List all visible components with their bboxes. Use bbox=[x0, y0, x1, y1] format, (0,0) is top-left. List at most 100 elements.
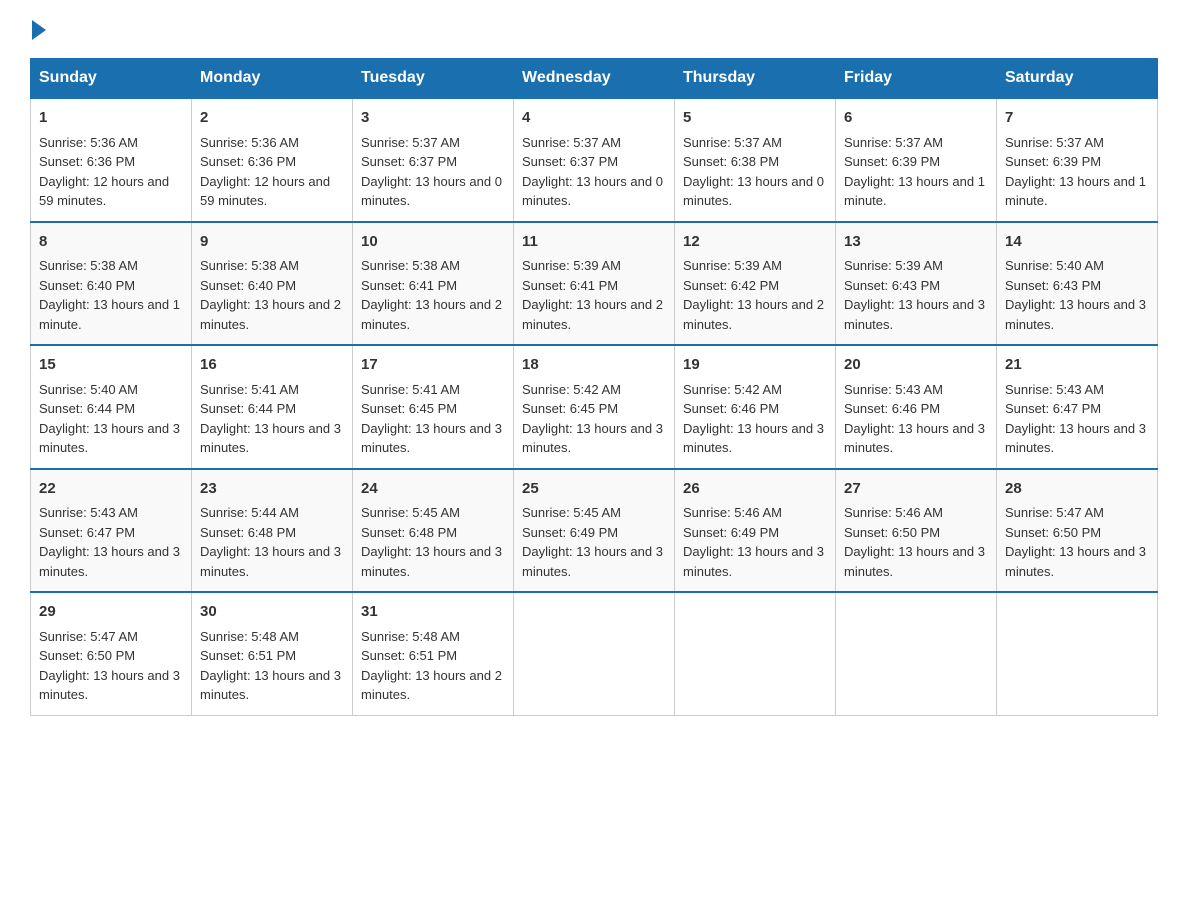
sunrise-line: Sunrise: 5:37 AM bbox=[361, 135, 460, 150]
day-number: 21 bbox=[1005, 354, 1149, 377]
day-cell: 20Sunrise: 5:43 AMSunset: 6:46 PMDayligh… bbox=[836, 345, 997, 469]
day-number: 25 bbox=[522, 478, 666, 501]
week-row-1: 1 Sunrise: 5:36 AM Sunset: 6:36 PM Daylight… bbox=[31, 98, 1158, 222]
daylight-line: Daylight: 12 hours and 59 minutes. bbox=[200, 174, 330, 209]
daylight-line: Daylight: 13 hours and 2 minutes. bbox=[522, 297, 663, 332]
header-cell-wednesday: Wednesday bbox=[514, 59, 675, 99]
day-cell: 18Sunrise: 5:42 AMSunset: 6:45 PMDayligh… bbox=[514, 345, 675, 469]
sunrise-line: Sunrise: 5:39 AM bbox=[683, 258, 782, 273]
daylight-line: Daylight: 13 hours and 2 minutes. bbox=[200, 297, 341, 332]
week-row-5: 29Sunrise: 5:47 AMSunset: 6:50 PMDayligh… bbox=[31, 592, 1158, 715]
day-number: 12 bbox=[683, 231, 827, 254]
sunset-line: Sunset: 6:40 PM bbox=[39, 278, 135, 293]
week-row-4: 22Sunrise: 5:43 AMSunset: 6:47 PMDayligh… bbox=[31, 469, 1158, 593]
header-cell-sunday: Sunday bbox=[31, 59, 192, 99]
sunrise-line: Sunrise: 5:38 AM bbox=[200, 258, 299, 273]
day-number: 1 bbox=[39, 107, 183, 130]
sunrise-line: Sunrise: 5:45 AM bbox=[522, 505, 621, 520]
daylight-line: Daylight: 13 hours and 3 minutes. bbox=[361, 544, 502, 579]
sunrise-line: Sunrise: 5:37 AM bbox=[522, 135, 621, 150]
sunrise-line: Sunrise: 5:38 AM bbox=[361, 258, 460, 273]
sunset-line: Sunset: 6:47 PM bbox=[39, 525, 135, 540]
sunset-line: Sunset: 6:43 PM bbox=[1005, 278, 1101, 293]
sunset-line: Sunset: 6:37 PM bbox=[522, 154, 618, 169]
sunset-line: Sunset: 6:39 PM bbox=[844, 154, 940, 169]
sunset-line: Sunset: 6:43 PM bbox=[844, 278, 940, 293]
daylight-line: Daylight: 13 hours and 3 minutes. bbox=[361, 421, 502, 456]
logo bbox=[30, 20, 48, 40]
sunrise-line: Sunrise: 5:40 AM bbox=[39, 382, 138, 397]
calendar-header: SundayMondayTuesdayWednesdayThursdayFrid… bbox=[31, 59, 1158, 99]
daylight-line: Daylight: 13 hours and 1 minute. bbox=[844, 174, 985, 209]
page-header bbox=[30, 20, 1158, 40]
daylight-line: Daylight: 13 hours and 3 minutes. bbox=[1005, 421, 1146, 456]
header-cell-friday: Friday bbox=[836, 59, 997, 99]
day-cell: 8Sunrise: 5:38 AMSunset: 6:40 PMDaylight… bbox=[31, 222, 192, 346]
sunrise-line: Sunrise: 5:36 AM bbox=[39, 135, 138, 150]
daylight-line: Daylight: 13 hours and 0 minutes. bbox=[361, 174, 502, 209]
daylight-line: Daylight: 13 hours and 3 minutes. bbox=[1005, 544, 1146, 579]
logo-text bbox=[30, 20, 48, 40]
sunrise-line: Sunrise: 5:39 AM bbox=[522, 258, 621, 273]
daylight-line: Daylight: 13 hours and 2 minutes. bbox=[361, 668, 502, 703]
day-cell: 24Sunrise: 5:45 AMSunset: 6:48 PMDayligh… bbox=[353, 469, 514, 593]
day-number: 7 bbox=[1005, 107, 1149, 130]
day-number: 4 bbox=[522, 107, 666, 130]
day-cell: 9Sunrise: 5:38 AMSunset: 6:40 PMDaylight… bbox=[192, 222, 353, 346]
day-cell: 14Sunrise: 5:40 AMSunset: 6:43 PMDayligh… bbox=[997, 222, 1158, 346]
day-number: 9 bbox=[200, 231, 344, 254]
day-cell: 2Sunrise: 5:36 AMSunset: 6:36 PMDaylight… bbox=[192, 98, 353, 222]
sunset-line: Sunset: 6:48 PM bbox=[200, 525, 296, 540]
sunset-line: Sunset: 6:48 PM bbox=[361, 525, 457, 540]
sunrise-line: Sunrise: 5:47 AM bbox=[1005, 505, 1104, 520]
daylight-line: Daylight: 13 hours and 3 minutes. bbox=[200, 668, 341, 703]
sunset-line: Sunset: 6:36 PM bbox=[200, 154, 296, 169]
sunrise-line: Sunrise: 5:42 AM bbox=[683, 382, 782, 397]
day-cell: 29Sunrise: 5:47 AMSunset: 6:50 PMDayligh… bbox=[31, 592, 192, 715]
day-number: 27 bbox=[844, 478, 988, 501]
daylight-line: Daylight: 13 hours and 1 minute. bbox=[39, 297, 180, 332]
day-cell: 6Sunrise: 5:37 AMSunset: 6:39 PMDaylight… bbox=[836, 98, 997, 222]
sunset-line: Sunset: 6:51 PM bbox=[200, 648, 296, 663]
sunset-line: Sunset: 6:51 PM bbox=[361, 648, 457, 663]
daylight-line: Daylight: 12 hours and 59 minutes. bbox=[39, 174, 169, 209]
sunset-line: Sunset: 6:45 PM bbox=[361, 401, 457, 416]
daylight-line: Daylight: 13 hours and 3 minutes. bbox=[844, 544, 985, 579]
day-cell: 31Sunrise: 5:48 AMSunset: 6:51 PMDayligh… bbox=[353, 592, 514, 715]
day-cell: 1Sunrise: 5:36 AMSunset: 6:36 PMDaylight… bbox=[31, 98, 192, 222]
day-cell: 7Sunrise: 5:37 AMSunset: 6:39 PMDaylight… bbox=[997, 98, 1158, 222]
sunrise-line: Sunrise: 5:43 AM bbox=[1005, 382, 1104, 397]
daylight-line: Daylight: 13 hours and 3 minutes. bbox=[522, 421, 663, 456]
sunrise-line: Sunrise: 5:47 AM bbox=[39, 629, 138, 644]
daylight-line: Daylight: 13 hours and 3 minutes. bbox=[1005, 297, 1146, 332]
sunrise-line: Sunrise: 5:38 AM bbox=[39, 258, 138, 273]
sunrise-line: Sunrise: 5:46 AM bbox=[683, 505, 782, 520]
daylight-line: Daylight: 13 hours and 2 minutes. bbox=[683, 297, 824, 332]
daylight-line: Daylight: 13 hours and 0 minutes. bbox=[683, 174, 824, 209]
daylight-line: Daylight: 13 hours and 3 minutes. bbox=[39, 668, 180, 703]
sunrise-line: Sunrise: 5:36 AM bbox=[200, 135, 299, 150]
daylight-line: Daylight: 13 hours and 3 minutes. bbox=[39, 421, 180, 456]
day-number: 16 bbox=[200, 354, 344, 377]
day-cell: 22Sunrise: 5:43 AMSunset: 6:47 PMDayligh… bbox=[31, 469, 192, 593]
day-number: 10 bbox=[361, 231, 505, 254]
day-number: 13 bbox=[844, 231, 988, 254]
sunrise-line: Sunrise: 5:44 AM bbox=[200, 505, 299, 520]
day-cell: 12Sunrise: 5:39 AMSunset: 6:42 PMDayligh… bbox=[675, 222, 836, 346]
sunrise-line: Sunrise: 5:37 AM bbox=[1005, 135, 1104, 150]
daylight-line: Daylight: 13 hours and 2 minutes. bbox=[361, 297, 502, 332]
day-cell: 28Sunrise: 5:47 AMSunset: 6:50 PMDayligh… bbox=[997, 469, 1158, 593]
day-cell: 16Sunrise: 5:41 AMSunset: 6:44 PMDayligh… bbox=[192, 345, 353, 469]
day-number: 29 bbox=[39, 601, 183, 624]
sunrise-line: Sunrise: 5:37 AM bbox=[844, 135, 943, 150]
header-cell-saturday: Saturday bbox=[997, 59, 1158, 99]
day-cell: 21Sunrise: 5:43 AMSunset: 6:47 PMDayligh… bbox=[997, 345, 1158, 469]
day-number: 30 bbox=[200, 601, 344, 624]
daylight-line: Daylight: 13 hours and 3 minutes. bbox=[844, 421, 985, 456]
week-row-2: 8Sunrise: 5:38 AMSunset: 6:40 PMDaylight… bbox=[31, 222, 1158, 346]
day-number: 20 bbox=[844, 354, 988, 377]
sunset-line: Sunset: 6:50 PM bbox=[1005, 525, 1101, 540]
header-cell-tuesday: Tuesday bbox=[353, 59, 514, 99]
day-cell bbox=[675, 592, 836, 715]
sunrise-line: Sunrise: 5:43 AM bbox=[39, 505, 138, 520]
